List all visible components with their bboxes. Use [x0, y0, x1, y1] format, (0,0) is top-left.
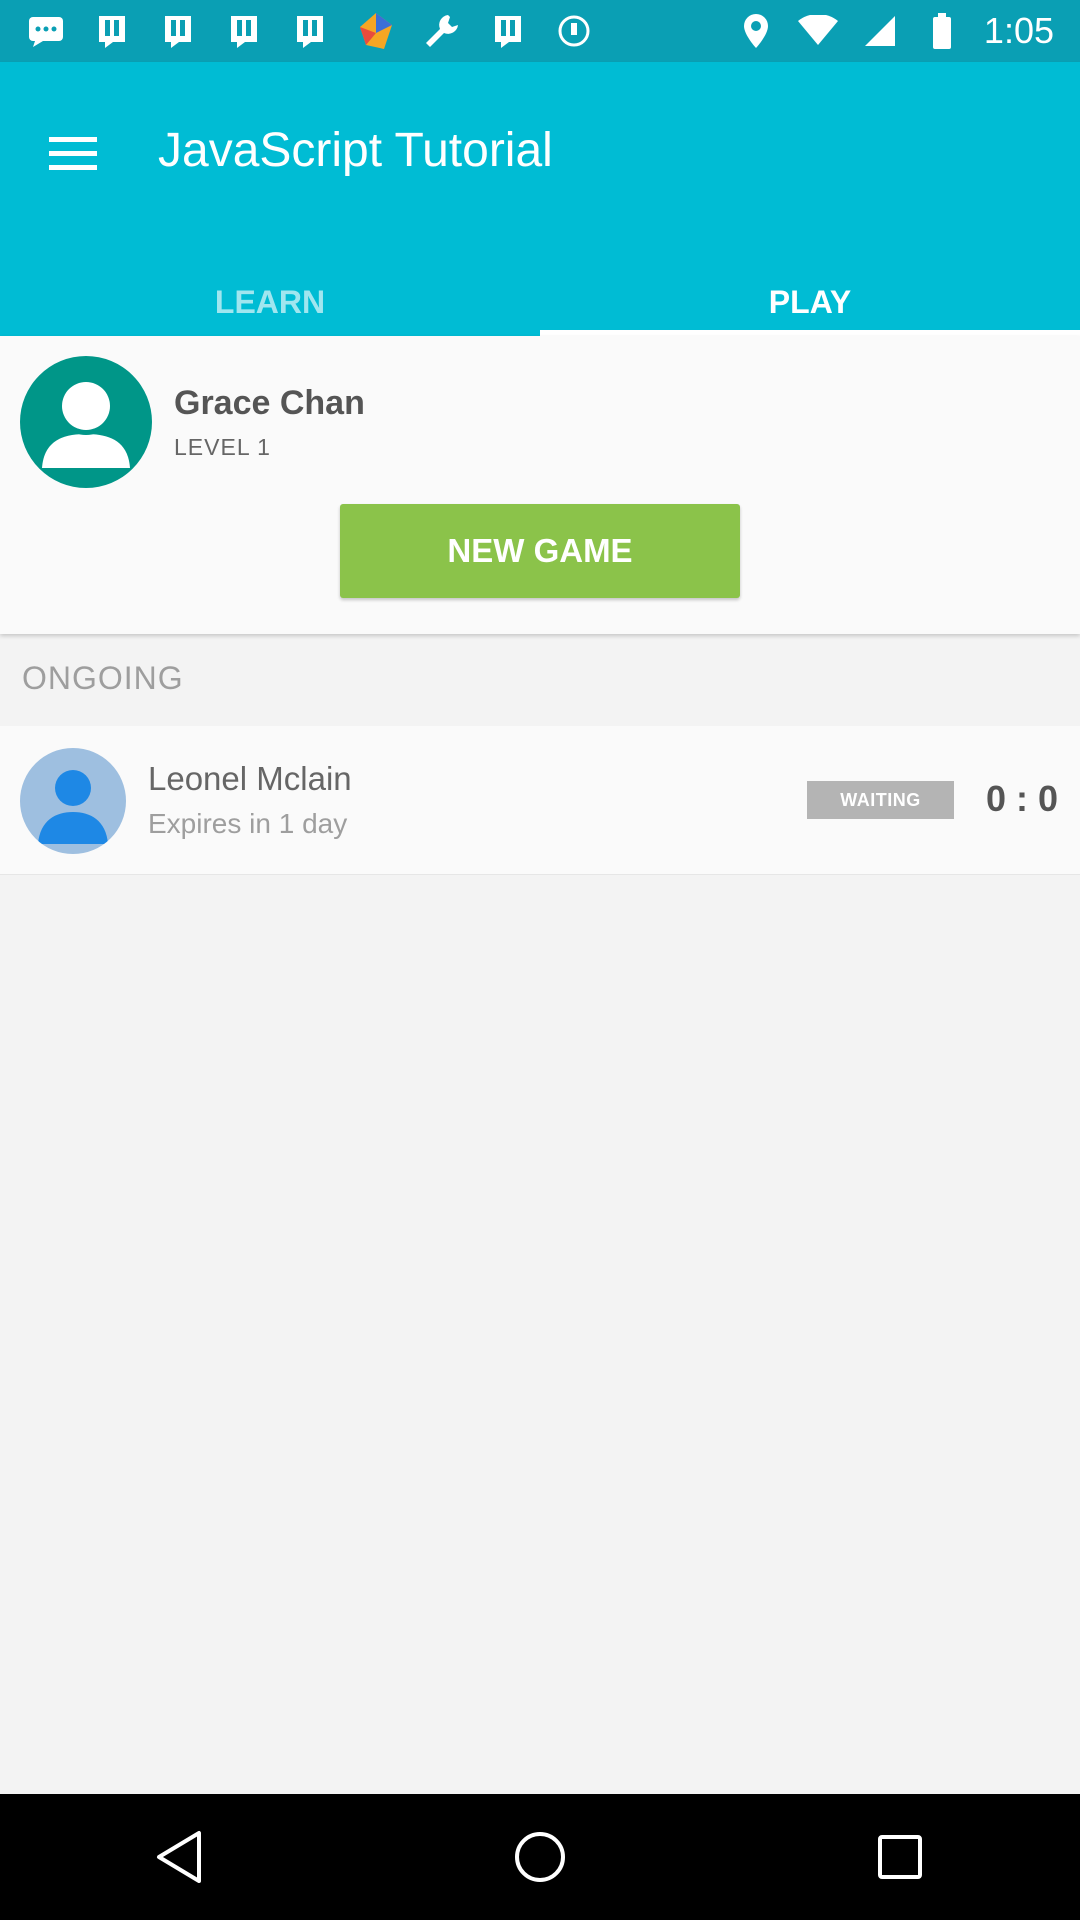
back-button[interactable]: [125, 1802, 235, 1912]
ongoing-header: ONGOING: [22, 660, 184, 696]
new-game-button[interactable]: NEW GAME: [340, 504, 740, 598]
tab-learn[interactable]: LEARN: [0, 268, 540, 336]
clock: 1:05: [983, 10, 1054, 51]
notification-app-icon: [158, 11, 198, 51]
location-icon: [736, 11, 776, 51]
home-icon: [515, 1832, 565, 1882]
messages-icon: [26, 11, 66, 51]
wrench-icon: [422, 11, 462, 51]
game-list-item[interactable]: Leonel Mclain Expires in 1 day WAITING 0…: [0, 726, 1080, 875]
notification-app-icon: [290, 11, 330, 51]
back-icon: [157, 1831, 201, 1883]
status-bar: 1:05: [0, 0, 1080, 62]
app-bar: JavaScript Tutorial LEARN PLAY: [0, 62, 1080, 336]
notification-app-icon: [224, 11, 264, 51]
recents-icon: [878, 1835, 922, 1879]
recents-button[interactable]: [845, 1802, 955, 1912]
expiry-text: Expires in 1 day: [148, 808, 348, 839]
user-name: Grace Chan: [174, 384, 365, 422]
signal-icon: [860, 11, 900, 51]
tab-bar: LEARN PLAY: [0, 268, 1080, 336]
tab-play[interactable]: PLAY: [540, 268, 1080, 336]
hamburger-menu-icon: [49, 137, 97, 170]
app-title: JavaScript Tutorial: [158, 124, 553, 177]
navigation-bar: [0, 1794, 1080, 1920]
notification-app-icon: [488, 11, 528, 51]
user-level: LEVEL 1: [174, 434, 271, 460]
profile-card: Grace Chan LEVEL 1 NEW GAME: [0, 336, 1080, 634]
home-button[interactable]: [485, 1802, 595, 1912]
notification-app-icon: [92, 11, 132, 51]
colorful-app-icon: [356, 11, 396, 51]
battery-icon: [922, 11, 962, 51]
notification-icons: [26, 11, 594, 51]
person-icon: [42, 377, 130, 468]
user-avatar[interactable]: [20, 356, 152, 488]
circle-status-icon: [554, 11, 594, 51]
wifi-icon: [797, 11, 838, 51]
menu-button[interactable]: [30, 110, 116, 196]
person-icon: [38, 770, 108, 844]
tab-play-label: PLAY: [768, 283, 852, 320]
opponent-name: Leonel Mclain: [148, 760, 352, 797]
opponent-avatar: [20, 748, 126, 854]
game-score: 0 : 0: [985, 778, 1058, 819]
status-badge: WAITING: [807, 781, 954, 819]
